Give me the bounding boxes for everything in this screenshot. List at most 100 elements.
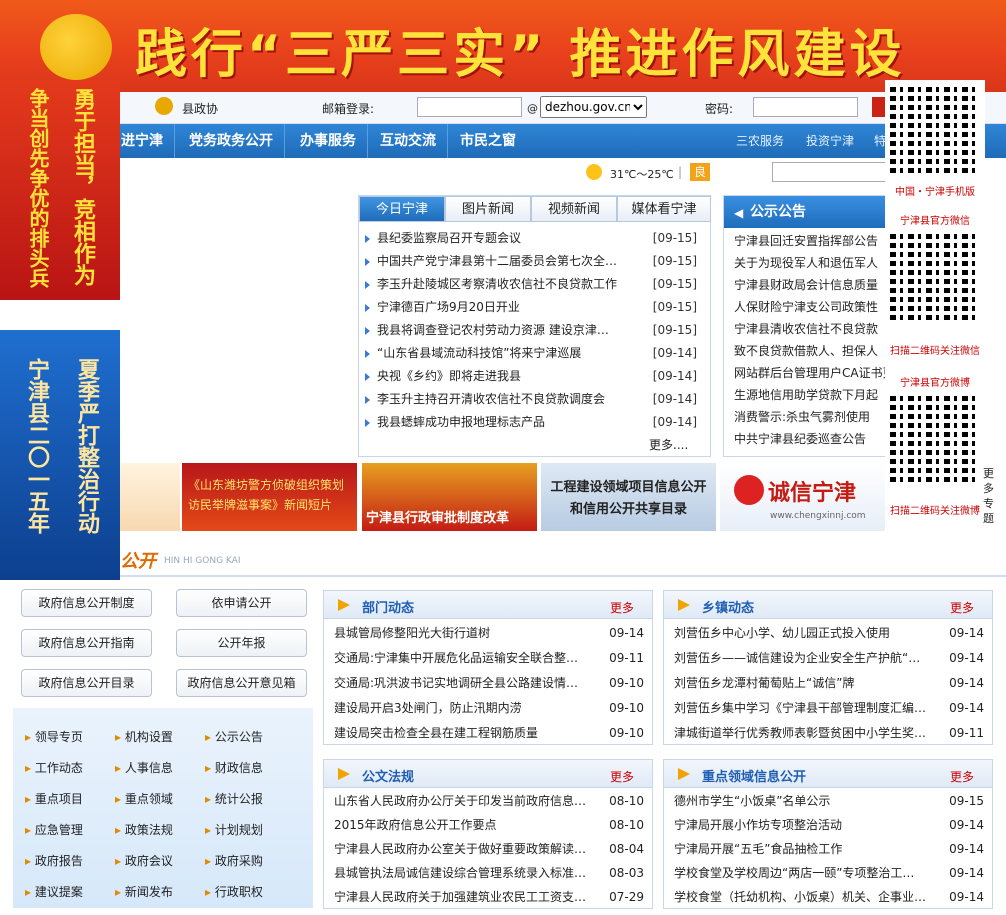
email-username-input[interactable] bbox=[417, 97, 522, 117]
login-button[interactable] bbox=[872, 97, 886, 117]
link-gov-report[interactable]: 政府报告 bbox=[25, 852, 83, 869]
link-personnel[interactable]: 人事信息 bbox=[115, 759, 173, 776]
news-title: 县纪委监察局召开专题会议 bbox=[377, 231, 522, 245]
link-statistics[interactable]: 统计公报 bbox=[205, 790, 263, 807]
link-admin-powers[interactable]: 行政职权 bbox=[205, 883, 263, 900]
list-item[interactable]: 宁津县人民政府关于加强建筑业农民工工资支… 07-29 bbox=[334, 885, 644, 910]
link-key-areas[interactable]: 重点领域 bbox=[115, 790, 173, 807]
btn-annual-report[interactable]: 公开年报 bbox=[176, 629, 307, 657]
link-leaders[interactable]: 领导专页 bbox=[25, 728, 83, 745]
ad-admin-reform[interactable]: 宁津县行政审批制度改革 bbox=[362, 463, 537, 531]
nav-item-public-affairs[interactable]: 党务政务公开 bbox=[178, 124, 285, 158]
nav-item-invest[interactable]: 投资宁津 bbox=[806, 124, 854, 158]
list-item[interactable]: 县城管执法局诚信建设综合管理系统录入标准… 08-03 bbox=[334, 861, 644, 886]
nav-item-agri[interactable]: 三农服务 bbox=[736, 124, 784, 158]
btn-info-disclosure-system[interactable]: 政府信息公开制度 bbox=[21, 589, 152, 617]
notice-item[interactable]: 宁津县财政局会计信息质量 bbox=[734, 274, 902, 296]
panel-dept-updates: 部门动态 更多 县城管局修整阳光大街行道树 09-14 交通局:宁津集中开展危化品… bbox=[323, 590, 653, 745]
link-policies[interactable]: 政策法规 bbox=[115, 821, 173, 838]
news-title: 李玉升赴陵城区考察清收农信社不良贷款工作 bbox=[377, 277, 618, 291]
more-topics-link[interactable]: 更多专题 bbox=[983, 466, 999, 526]
panel-more-link[interactable]: 更多 bbox=[950, 599, 974, 616]
notice-item[interactable]: 生源地信用助学贷款下月起 bbox=[734, 384, 902, 406]
news-item[interactable]: 县纪委监察局召开专题会议 [09-15] bbox=[365, 227, 703, 250]
news-more-link[interactable]: 更多.... bbox=[649, 436, 688, 453]
link-emergency[interactable]: 应急管理 bbox=[25, 821, 83, 838]
list-item[interactable]: 宁津县人民政府办公室关于做好重要政策解读… 08-04 bbox=[334, 837, 644, 862]
link-notices[interactable]: 公示公告 bbox=[205, 728, 263, 745]
notice-item[interactable]: 消费警示:杀虫气雾剂使用 bbox=[734, 406, 902, 428]
left-ad-summer-crackdown[interactable]: 夏季严打整治行动 宁津县二〇一五年 bbox=[0, 330, 120, 580]
list-item[interactable]: 学校食堂（托幼机构、小饭桌）机关、企事业… 09-14 bbox=[674, 885, 984, 910]
list-item[interactable]: 刘营伍乡龙潭村葡萄贴上“诚信”牌 09-14 bbox=[674, 671, 984, 696]
link-procurement[interactable]: 政府采购 bbox=[205, 852, 263, 869]
list-item[interactable]: 德州市学生“小饭桌”名单公示 09-15 bbox=[674, 789, 984, 814]
news-item[interactable]: 宁津德百广场9月20日开业 [09-15] bbox=[365, 296, 703, 319]
nav-item-interaction[interactable]: 互动交流 bbox=[369, 124, 448, 158]
ad-project-info[interactable]: 工程建设领域项目信息公开和信用公开共享目录 bbox=[541, 463, 716, 531]
list-item[interactable]: 建设局开启3处闸门，防止汛期内涝 09-10 bbox=[334, 696, 644, 721]
panel-key-areas: 重点领域信息公开 更多 德州市学生“小饭桌”名单公示 09-15 宁津局开展小作坊… bbox=[663, 759, 993, 909]
notice-item[interactable]: 关于为现役军人和退伍军人 bbox=[734, 252, 902, 274]
link-press[interactable]: 新闻发布 bbox=[115, 883, 173, 900]
ad-police-video[interactable]: 《山东潍坊警方侦破组织策划访民举牌滋事案》新闻短片 bbox=[182, 463, 357, 531]
link-gov-meetings[interactable]: 政府会议 bbox=[115, 852, 173, 869]
list-item[interactable]: 山东省人民政府办公厅关于印发当前政府信息… 08-10 bbox=[334, 789, 644, 814]
news-item[interactable]: 李玉升主持召开清收农信社不良贷款调度会 [09-14] bbox=[365, 388, 703, 411]
site-search-input[interactable] bbox=[772, 162, 887, 182]
tab-photo-news[interactable]: 图片新闻 bbox=[445, 196, 531, 222]
email-domain-select[interactable]: dezhou.gov.cn bbox=[540, 96, 647, 118]
panel-title: 乡镇动态 bbox=[702, 601, 755, 616]
list-item[interactable]: 宁津局开展小作坊专项整治活动 09-14 bbox=[674, 813, 984, 838]
btn-disclosure-guide[interactable]: 政府信息公开指南 bbox=[21, 629, 152, 657]
list-item[interactable]: 刘营伍乡集中学习《宁津县干部管理制度汇编… 09-14 bbox=[674, 696, 984, 721]
qr-caption-weibo: 宁津县官方微博 bbox=[900, 378, 970, 389]
news-item[interactable]: 中国共产党宁津县第十二届委员会第七次全体… [09-15] bbox=[365, 250, 703, 273]
list-item[interactable]: 2015年政府信息公开工作要点 08-10 bbox=[334, 813, 644, 838]
link-proposals[interactable]: 建议提案 bbox=[25, 883, 83, 900]
list-item[interactable]: 宁津局开展“五毛”食品抽检工作 09-14 bbox=[674, 837, 984, 862]
list-item[interactable]: 学校食堂及学校周边“两店一颐”专项整治工… 09-14 bbox=[674, 861, 984, 886]
news-item[interactable]: 我县将调查登记农村劳动力资源 建设京津… [09-15] bbox=[365, 319, 703, 342]
notice-item[interactable]: 人保财险宁津支公司政策性 bbox=[734, 296, 902, 318]
news-item[interactable]: 我县蟋蟀成功申报地理标志产品 [09-14] bbox=[365, 411, 703, 434]
notice-item[interactable]: 网站群后台管理用户CA证书更新 bbox=[734, 362, 902, 384]
btn-disclosure-catalog[interactable]: 政府信息公开目录 bbox=[21, 669, 152, 697]
link-key-projects[interactable]: 重点项目 bbox=[25, 790, 83, 807]
nav-item-services[interactable]: 办事服务 bbox=[289, 124, 368, 158]
list-item[interactable]: 县城管局修整阳光大街行道树 09-14 bbox=[334, 621, 644, 646]
link-plans[interactable]: 计划规划 bbox=[205, 821, 263, 838]
list-item[interactable]: 刘营伍乡——诚信建设为企业安全生产护航“… 09-14 bbox=[674, 646, 984, 671]
list-item[interactable]: 津城街道举行优秀教师表彰暨贫困中小学生奖… 09-11 bbox=[674, 721, 984, 746]
list-item[interactable]: 刘营伍乡中心小学、幼儿园正式投入使用 09-14 bbox=[674, 621, 984, 646]
bullet-icon bbox=[365, 396, 370, 404]
btn-apply-disclosure[interactable]: 依申请公开 bbox=[176, 589, 307, 617]
news-item[interactable]: “山东省县域流动科技馆”将来宁津巡展 [09-14] bbox=[365, 342, 703, 365]
list-item[interactable]: 交通局:宁津集中开展危化品运输安全联合整… 09-11 bbox=[334, 646, 644, 671]
nav-item-citizens[interactable]: 市民之窗 bbox=[449, 124, 527, 158]
password-input[interactable] bbox=[753, 97, 858, 117]
news-item[interactable]: 央视《乡约》即将走进我县 [09-14] bbox=[365, 365, 703, 388]
left-ad-dare-to-act[interactable]: 勇于担当，竞相作为 争当创先争优的排头兵 bbox=[0, 80, 120, 300]
tab-video-news[interactable]: 视频新闻 bbox=[531, 196, 617, 222]
panel-more-link[interactable]: 更多 bbox=[610, 599, 634, 616]
list-item[interactable]: 建设局突击检查全县在建工程钢筋质量 09-10 bbox=[334, 721, 644, 746]
link-institutions[interactable]: 机构设置 bbox=[115, 728, 173, 745]
notice-item[interactable]: 致不良贷款借款人、担保人 bbox=[734, 340, 902, 362]
notice-item[interactable]: 宁津县回迁安置指挥部公告 bbox=[734, 230, 902, 252]
list-item[interactable]: 交通局:巩洪波书记实地调研全县公路建设情… 09-10 bbox=[334, 671, 644, 696]
notice-item[interactable]: 中共宁津县纪委巡查公告 bbox=[734, 428, 902, 450]
link-work-updates[interactable]: 工作动态 bbox=[25, 759, 83, 776]
panel-more-link[interactable]: 更多 bbox=[610, 768, 634, 785]
panel-more-link[interactable]: 更多 bbox=[950, 768, 974, 785]
ad-credit-ningjin[interactable]: 诚信宁津 www.chengxinnj.com bbox=[720, 463, 885, 531]
btn-feedback-box[interactable]: 政府信息公开意见箱 bbox=[176, 669, 307, 697]
news-item[interactable]: 李玉升赴陵城区考察清收农信社不良贷款工作 [09-15] bbox=[365, 273, 703, 296]
notice-item[interactable]: 宁津县清收农信社不良贷款 bbox=[734, 318, 902, 340]
link-county-cppcc[interactable]: 县政协 bbox=[182, 100, 218, 117]
ad-strip-left[interactable] bbox=[120, 463, 180, 531]
link-finance[interactable]: 财政信息 bbox=[205, 759, 263, 776]
tab-today-ningjin[interactable]: 今日宁津 bbox=[359, 196, 445, 222]
gov-info-header: 公开 HIN HI GONG KAI bbox=[120, 543, 1006, 577]
tab-media-ningjin[interactable]: 媒体看宁津 bbox=[617, 196, 711, 222]
